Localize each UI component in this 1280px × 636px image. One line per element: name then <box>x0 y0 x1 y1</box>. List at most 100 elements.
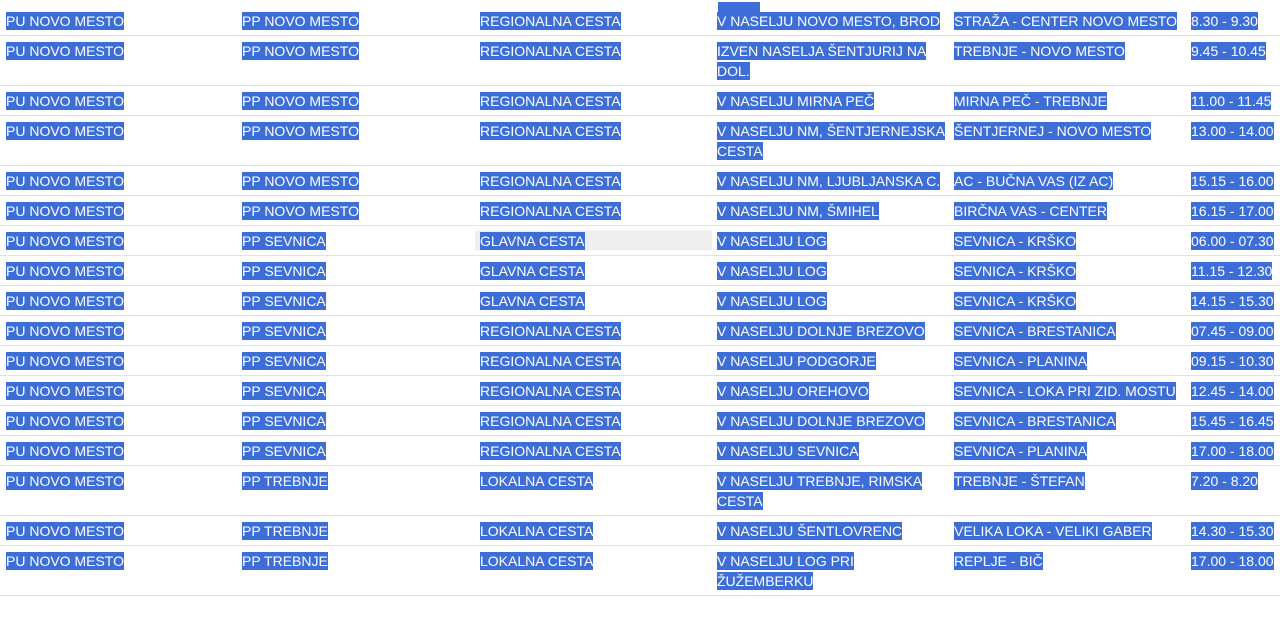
section-cell[interactable]: SEVNICA - PLANINA <box>949 435 1187 466</box>
table-row[interactable]: PU NOVO MESTO PP NOVO MESTO REGIONALNA CES… <box>0 115 1280 166</box>
time-cell[interactable]: 16.15 - 17.00 <box>1187 195 1280 226</box>
location-cell[interactable]: IZVEN NASELJA ŠENTJURIJ NA DOL. <box>712 35 949 86</box>
police-station-cell[interactable]: PP SEVNICA <box>237 435 475 466</box>
time-cell[interactable]: 14.30 - 15.30 <box>1187 515 1280 546</box>
table-row[interactable]: PU NOVO MESTO PP SEVNICA GLAVNA CESTA V NAS… <box>0 225 1280 256</box>
police-directorate-cell[interactable]: PU NOVO MESTO <box>0 405 237 436</box>
time-cell[interactable]: 11.00 - 11.45 <box>1187 85 1280 116</box>
section-cell[interactable]: SEVNICA - KRŠKO <box>949 255 1187 286</box>
table-row[interactable]: PU NOVO MESTO PP TREBNJE LOKALNA CESTA V NA… <box>0 515 1280 546</box>
police-directorate-cell[interactable]: PU NOVO MESTO <box>0 545 237 596</box>
time-cell[interactable]: 09.15 - 10.30 <box>1187 345 1280 376</box>
police-station-cell[interactable]: PP TREBNJE <box>237 545 475 596</box>
road-type-cell[interactable]: REGIONALNA CESTA <box>475 6 712 36</box>
table-row[interactable]: PU NOVO MESTO PP SEVNICA REGIONALNA CESTA V… <box>0 435 1280 466</box>
time-cell[interactable]: 07.45 - 09.00 <box>1187 315 1280 346</box>
section-cell[interactable]: AC - BUČNA VAS (IZ AC) <box>949 165 1187 196</box>
road-type-cell[interactable]: REGIONALNA CESTA <box>475 435 712 466</box>
time-cell[interactable]: 9.45 - 10.45 <box>1187 35 1280 86</box>
table-row[interactable]: PU NOVO MESTO PP SEVNICA GLAVNA CESTA V NAS… <box>0 255 1280 286</box>
road-type-cell[interactable]: GLAVNA CESTA <box>475 225 712 256</box>
police-directorate-cell[interactable]: PU NOVO MESTO <box>0 345 237 376</box>
time-cell[interactable]: 7.20 - 8.20 <box>1187 465 1280 516</box>
police-station-cell[interactable]: PP SEVNICA <box>237 225 475 256</box>
road-type-cell[interactable]: LOKALNA CESTA <box>475 465 712 516</box>
road-type-cell[interactable]: REGIONALNA CESTA <box>475 35 712 86</box>
section-cell[interactable]: TREBNJE - NOVO MESTO <box>949 35 1187 86</box>
time-cell[interactable]: 06.00 - 07.30 <box>1187 225 1280 256</box>
police-station-cell[interactable]: PP SEVNICA <box>237 375 475 406</box>
road-type-cell[interactable]: REGIONALNA CESTA <box>475 315 712 346</box>
police-directorate-cell[interactable]: PU NOVO MESTO <box>0 35 237 86</box>
section-cell[interactable]: SEVNICA - KRŠKO <box>949 225 1187 256</box>
police-directorate-cell[interactable]: PU NOVO MESTO <box>0 165 237 196</box>
table-row[interactable]: PU NOVO MESTO PP NOVO MESTO REGIONALNA CES… <box>0 85 1280 116</box>
time-cell[interactable]: 15.45 - 16.45 <box>1187 405 1280 436</box>
section-cell[interactable]: SEVNICA - BRESTANICA <box>949 315 1187 346</box>
table-row[interactable]: PU NOVO MESTO PP SEVNICA REGIONALNA CESTA V… <box>0 405 1280 436</box>
police-station-cell[interactable]: PP NOVO MESTO <box>237 195 475 226</box>
police-station-cell[interactable]: PP SEVNICA <box>237 405 475 436</box>
section-cell[interactable]: ŠENTJERNEJ - NOVO MESTO <box>949 115 1187 166</box>
section-cell[interactable]: TREBNJE - ŠTEFAN <box>949 465 1187 516</box>
road-type-cell[interactable]: REGIONALNA CESTA <box>475 345 712 376</box>
road-type-cell[interactable]: REGIONALNA CESTA <box>475 375 712 406</box>
location-cell[interactable]: V NASELJU DOLNJE BREZOVO <box>712 405 949 436</box>
police-directorate-cell[interactable]: PU NOVO MESTO <box>0 375 237 406</box>
police-directorate-cell[interactable]: PU NOVO MESTO <box>0 465 237 516</box>
police-station-cell[interactable]: PP TREBNJE <box>237 465 475 516</box>
road-type-cell[interactable]: GLAVNA CESTA <box>475 285 712 316</box>
road-type-cell[interactable]: LOKALNA CESTA <box>475 515 712 546</box>
table-row[interactable]: PU NOVO MESTO PP NOVO MESTO REGIONALNA CES… <box>0 195 1280 226</box>
section-cell[interactable]: SEVNICA - PLANINA <box>949 345 1187 376</box>
section-cell[interactable]: SEVNICA - KRŠKO <box>949 285 1187 316</box>
time-cell[interactable]: 17.00 - 18.00 <box>1187 545 1280 596</box>
police-station-cell[interactable]: PP NOVO MESTO <box>237 165 475 196</box>
road-type-cell[interactable]: REGIONALNA CESTA <box>475 165 712 196</box>
police-directorate-cell[interactable]: PU NOVO MESTO <box>0 225 237 256</box>
police-station-cell[interactable]: PP SEVNICA <box>237 255 475 286</box>
table-row[interactable]: PU NOVO MESTO PP SEVNICA GLAVNA CESTA V NAS… <box>0 285 1280 316</box>
location-cell[interactable]: V NASELJU PODGORJE <box>712 345 949 376</box>
table-row[interactable]: PU NOVO MESTO PP NOVO MESTO REGIONALNA CES… <box>0 6 1280 36</box>
police-directorate-cell[interactable]: PU NOVO MESTO <box>0 285 237 316</box>
section-cell[interactable]: SEVNICA - LOKA PRI ZID. MOSTU <box>949 375 1187 406</box>
police-station-cell[interactable]: PP SEVNICA <box>237 315 475 346</box>
location-cell[interactable]: V NASELJU OREHOVO <box>712 375 949 406</box>
section-cell[interactable]: MIRNA PEČ - TREBNJE <box>949 85 1187 116</box>
police-directorate-cell[interactable]: PU NOVO MESTO <box>0 115 237 166</box>
police-station-cell[interactable]: PP SEVNICA <box>237 285 475 316</box>
location-cell[interactable]: V NASELJU ŠENTLOVRENC <box>712 515 949 546</box>
location-cell[interactable]: V NASELJU LOG <box>712 285 949 316</box>
road-type-cell[interactable]: GLAVNA CESTA <box>475 255 712 286</box>
section-cell[interactable]: VELIKA LOKA - VELIKI GABER <box>949 515 1187 546</box>
time-cell[interactable]: 14.15 - 15.30 <box>1187 285 1280 316</box>
table-row[interactable]: PU NOVO MESTO PP NOVO MESTO REGIONALNA CES… <box>0 165 1280 196</box>
road-type-cell[interactable]: REGIONALNA CESTA <box>475 195 712 226</box>
section-cell[interactable]: SEVNICA - BRESTANICA <box>949 405 1187 436</box>
police-directorate-cell[interactable]: PU NOVO MESTO <box>0 255 237 286</box>
table-row[interactable]: PU NOVO MESTO PP TREBNJE LOKALNA CESTA V NA… <box>0 465 1280 516</box>
police-directorate-cell[interactable]: PU NOVO MESTO <box>0 315 237 346</box>
location-cell[interactable]: V NASELJU LOG <box>712 255 949 286</box>
section-cell[interactable]: STRAŽA - CENTER NOVO MESTO <box>949 6 1187 36</box>
police-station-cell[interactable]: PP NOVO MESTO <box>237 115 475 166</box>
police-directorate-cell[interactable]: PU NOVO MESTO <box>0 85 237 116</box>
time-cell[interactable]: 15.15 - 16.00 <box>1187 165 1280 196</box>
police-directorate-cell[interactable]: PU NOVO MESTO <box>0 195 237 226</box>
police-directorate-cell[interactable]: PU NOVO MESTO <box>0 515 237 546</box>
table-row[interactable]: PU NOVO MESTO PP NOVO MESTO REGIONALNA CES… <box>0 35 1280 86</box>
road-type-cell[interactable]: REGIONALNA CESTA <box>475 85 712 116</box>
time-cell[interactable]: 13.00 - 14.00 <box>1187 115 1280 166</box>
table-row[interactable]: PU NOVO MESTO PP SEVNICA REGIONALNA CESTA V… <box>0 375 1280 406</box>
location-cell[interactable]: V NASELJU TREBNJE, RIMSKA CESTA <box>712 465 949 516</box>
location-cell[interactable]: V NASELJU MIRNA PEČ <box>712 85 949 116</box>
location-cell[interactable]: V NASELJU NM, LJUBLJANSKA C. <box>712 165 949 196</box>
time-cell[interactable]: 17.00 - 18.00 <box>1187 435 1280 466</box>
table-row[interactable]: PU NOVO MESTO PP SEVNICA REGIONALNA CESTA V… <box>0 315 1280 346</box>
road-type-cell[interactable]: LOKALNA CESTA <box>475 545 712 596</box>
location-cell[interactable]: V NASELJU DOLNJE BREZOVO <box>712 315 949 346</box>
time-cell[interactable]: 12.45 - 14.00 <box>1187 375 1280 406</box>
location-cell[interactable]: V NASELJU NM, ŠMIHEL <box>712 195 949 226</box>
section-cell[interactable]: REPLJE - BIČ <box>949 545 1187 596</box>
